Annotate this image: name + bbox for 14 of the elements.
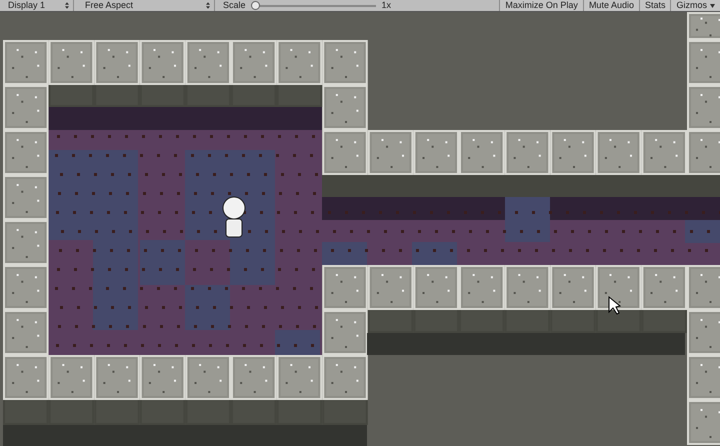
toolbar-button[interactable]: Stats (638, 0, 670, 11)
scale-label: Scale (223, 0, 246, 11)
dropdown-arrows-icon (65, 2, 69, 9)
display-dropdown[interactable]: Display 1 (0, 0, 74, 11)
toolbar-button[interactable]: Mute Audio (582, 0, 639, 11)
aspect-dropdown[interactable]: Free Aspect (77, 0, 215, 11)
character-sprite (222, 196, 246, 238)
mouse-cursor-icon (608, 296, 622, 315)
slider-thumb[interactable] (250, 1, 260, 10)
scale-value: 1x (382, 0, 392, 11)
toolbar-button[interactable]: Maximize On Play (499, 0, 583, 11)
caret-icon (710, 4, 715, 8)
toolbar-button[interactable]: Gizmos (670, 0, 720, 11)
dropdown-arrows-icon (206, 2, 210, 9)
